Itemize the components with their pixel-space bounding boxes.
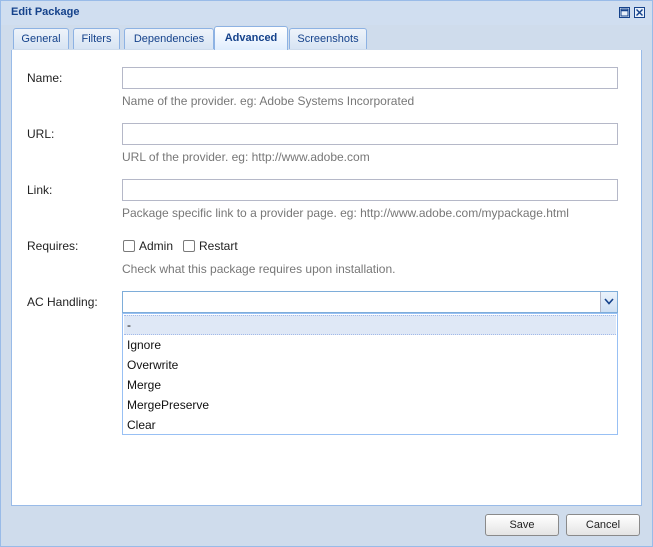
edit-package-dialog: Edit Package General Filters Dependencie… [0,0,653,547]
requires-hint: Check what this package requires upon in… [122,262,396,276]
dialog-titlebar[interactable]: Edit Package [1,1,652,25]
requires-label: Requires: [27,239,79,253]
name-label: Name: [27,71,63,85]
name-hint: Name of the provider. eg: Adobe Systems … [122,94,415,108]
admin-checkbox[interactable] [123,240,135,252]
admin-checkbox-label[interactable]: Admin [139,239,173,253]
maximize-icon[interactable] [619,7,630,18]
name-field[interactable] [122,67,618,89]
ac-option[interactable]: Clear [124,415,616,435]
tab-dependencies[interactable]: Dependencies [124,28,214,49]
ac-option[interactable]: MergePreserve [124,395,616,415]
ac-option[interactable]: Ignore [124,335,616,355]
restart-checkbox[interactable] [183,240,195,252]
ac-handling-dropdown: - Ignore Overwrite Merge MergePreserve C… [122,313,618,435]
link-hint: Package specific link to a provider page… [122,206,569,220]
tab-strip: General Filters Dependencies Advanced Sc… [11,26,642,51]
url-label: URL: [27,127,55,141]
tab-filters[interactable]: Filters [73,28,120,49]
save-button[interactable]: Save [485,514,559,536]
link-field[interactable] [122,179,618,201]
url-hint: URL of the provider. eg: http://www.adob… [122,150,370,164]
link-label: Link: [27,183,53,197]
tab-screenshots[interactable]: Screenshots [289,28,367,49]
restart-checkbox-label[interactable]: Restart [199,239,238,253]
ac-handling-label: AC Handling: [27,295,98,309]
advanced-panel: Name: Name of the provider. eg: Adobe Sy… [11,50,642,506]
chevron-down-icon[interactable] [600,292,617,312]
url-field[interactable] [122,123,618,145]
ac-option[interactable]: Merge [124,375,616,395]
tab-advanced[interactable]: Advanced [214,26,288,51]
ac-option[interactable]: - [124,315,616,335]
ac-handling-combo[interactable] [122,291,618,313]
ac-option[interactable]: Overwrite [124,355,616,375]
tab-general[interactable]: General [13,28,69,49]
dialog-title: Edit Package [11,6,80,18]
cancel-button[interactable]: Cancel [566,514,640,536]
close-icon[interactable] [634,7,645,18]
